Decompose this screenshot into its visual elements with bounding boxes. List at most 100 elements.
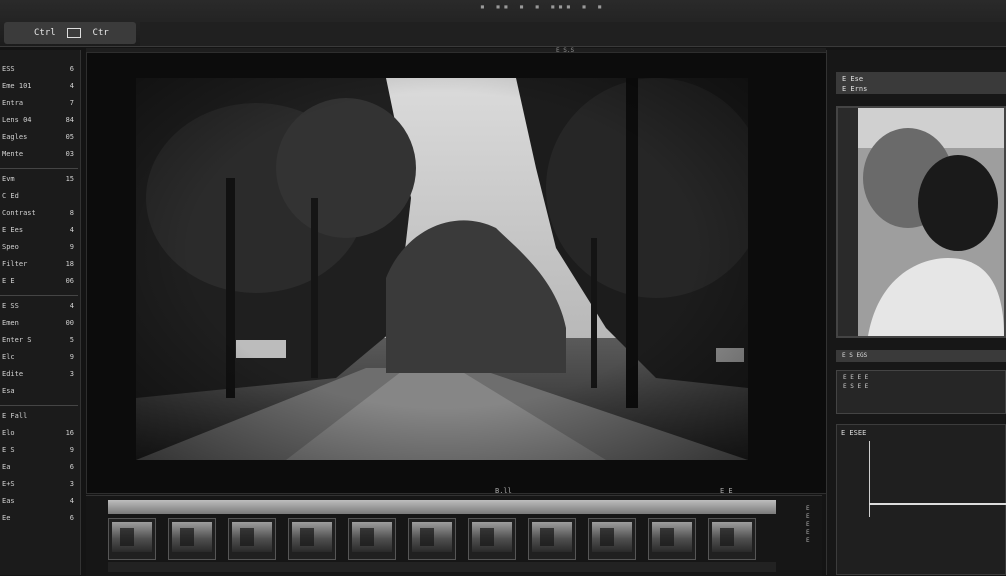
left-panel-row[interactable]: E SS 4 (2, 301, 76, 312)
left-panel-row[interactable]: E S 9 (2, 445, 76, 456)
left-panel-row[interactable]: Esa (2, 386, 76, 397)
left-panel-row[interactable]: Lens 04 84 (2, 115, 76, 126)
window-titlebar (140, 22, 1006, 46)
filmstrip-side-label: E (806, 537, 810, 544)
left-panel-row[interactable]: Ee 6 (2, 513, 76, 524)
left-panel-row-label: Edite (2, 370, 24, 378)
left-panel-divider (0, 405, 78, 406)
left-panel-row-label: Lens 04 (2, 116, 32, 124)
adjustment-box[interactable]: E E E E E S E E (836, 370, 1006, 414)
filmstrip-thumbnail (412, 522, 452, 552)
left-panel-row[interactable]: Evm 15 (2, 174, 76, 185)
left-panel-row-value: 8 (69, 209, 74, 217)
left-panel-row-value: 4 (69, 82, 74, 90)
left-panel-row-value: 06 (65, 277, 74, 285)
left-panel-row-value: 03 (65, 150, 74, 158)
app-title-box[interactable]: Ctrl Ctr (4, 22, 136, 44)
left-panel-row[interactable]: Ea 6 (2, 462, 76, 473)
left-panel-row[interactable]: E Fall (2, 411, 76, 422)
left-panel-row-label: E+S (2, 480, 15, 488)
left-panel-row[interactable]: Filter 18 (2, 259, 76, 270)
filmstrip-thumbnail (712, 522, 752, 552)
filmstrip-frame[interactable] (348, 518, 396, 560)
adjustment-line-1: E E E E (843, 374, 869, 381)
filmstrip-side-label: E (806, 529, 810, 536)
left-panel-row-label: Emen (2, 319, 19, 327)
filmstrip-side-label: E (806, 521, 810, 528)
curve-graph[interactable]: E ESEE (836, 424, 1006, 575)
filmstrip-side-label: E (806, 505, 810, 512)
left-panel-row-value: 6 (69, 514, 74, 522)
left-panel-row-value: 7 (69, 99, 74, 107)
left-panel-row[interactable]: Contrast 8 (2, 208, 76, 219)
left-panel-row[interactable]: Eagles 05 (2, 132, 76, 143)
navigator-header-line2: E Erns (842, 85, 868, 93)
forest-road-image (136, 78, 748, 460)
left-panel-row-label: E SS (2, 302, 19, 310)
filmstrip-frame[interactable] (588, 518, 636, 560)
navigator-preview[interactable] (836, 106, 1006, 338)
left-panel-row-label: Elo (2, 429, 15, 437)
left-panel-row-value: 6 (69, 463, 74, 471)
left-panel-row[interactable]: E E 06 (2, 276, 76, 287)
left-panel-row[interactable]: ESS 6 (2, 64, 76, 75)
left-panel-row[interactable]: Elo 16 (2, 428, 76, 439)
viewer-caption-secondary: E E (720, 487, 733, 495)
filmstrip-frame[interactable] (168, 518, 216, 560)
filmstrip-thumbnail (352, 522, 392, 552)
filmstrip-frame[interactable] (468, 518, 516, 560)
adjustment-tab[interactable]: E S EGS (836, 350, 1006, 362)
filmstrip-frame[interactable] (228, 518, 276, 560)
left-panel-row-value: 18 (65, 260, 74, 268)
left-panel-row-label: Entra (2, 99, 24, 107)
curve-graph-label: E ESEE (841, 429, 867, 437)
portrait-thumbnail (838, 108, 1004, 336)
left-panel-row[interactable]: Edite 3 (2, 369, 76, 380)
left-panel-divider (0, 168, 78, 169)
left-panel-row-value: 5 (69, 336, 74, 344)
left-panel-row-label: Eagles (2, 133, 28, 141)
navigator-header[interactable]: E Ese E Erns (836, 72, 1006, 94)
left-panel-row-value: 84 (65, 116, 74, 124)
left-panel-row-label: Mente (2, 150, 24, 158)
left-panel-row-value: 9 (69, 446, 74, 454)
filmstrip-thumbnail (532, 522, 572, 552)
filmstrip-frame[interactable] (408, 518, 456, 560)
left-panel-row-label: Ea (2, 463, 11, 471)
left-panel-row[interactable]: E Ees 4 (2, 225, 76, 236)
main-photo[interactable] (136, 78, 748, 460)
left-panel-row[interactable]: Mente 03 (2, 149, 76, 160)
left-panel-row-label: C Ed (2, 192, 19, 200)
left-panel-row-label: E Ees (2, 226, 24, 234)
filmstrip-frame[interactable] (288, 518, 336, 560)
left-panel-row[interactable]: Speo 9 (2, 242, 76, 253)
left-panel-row[interactable]: Emen 00 (2, 318, 76, 329)
filmstrip-frame[interactable] (708, 518, 756, 560)
left-panel-row-label: E E (2, 277, 15, 285)
filmstrip-side-label: E (806, 513, 810, 520)
top-status-marks: ▪ ▪▪ ▪ ▪ ▪▪▪ ▪ ▪ (480, 2, 606, 11)
left-settings-panel: ESS 6 Eme 101 4 Entra 7 Lens 04 84 Eagles 05 Mente… (0, 50, 81, 575)
left-panel-row[interactable]: Entra 7 (2, 98, 76, 109)
left-panel-row[interactable]: Eas 4 (2, 496, 76, 507)
filmstrip-scrubber[interactable] (108, 500, 776, 514)
filmstrip-thumbnail (172, 522, 212, 552)
left-panel-row[interactable]: E+S 3 (2, 479, 76, 490)
left-panel-row[interactable]: C Ed (2, 191, 76, 202)
viewer-caption: B.ll (495, 487, 512, 495)
left-panel-row-value: 15 (65, 175, 74, 183)
filmstrip-frame[interactable] (528, 518, 576, 560)
left-panel-row-label: Elc (2, 353, 15, 361)
window-icon (67, 27, 82, 38)
left-panel-row[interactable]: Elc 9 (2, 352, 76, 363)
filmstrip-frame[interactable] (108, 518, 156, 560)
left-panel-row-value: 4 (69, 302, 74, 310)
left-panel-row-value: 16 (65, 429, 74, 437)
left-panel-row-label: Evm (2, 175, 15, 183)
left-panel-row[interactable]: Eme 101 4 (2, 81, 76, 92)
filmstrip-scrollbar[interactable] (108, 562, 776, 572)
left-panel-row[interactable]: Enter S 5 (2, 335, 76, 346)
curve-baseline (869, 503, 1006, 505)
left-panel-row-label: E Fall (2, 412, 28, 420)
filmstrip-frame[interactable] (648, 518, 696, 560)
